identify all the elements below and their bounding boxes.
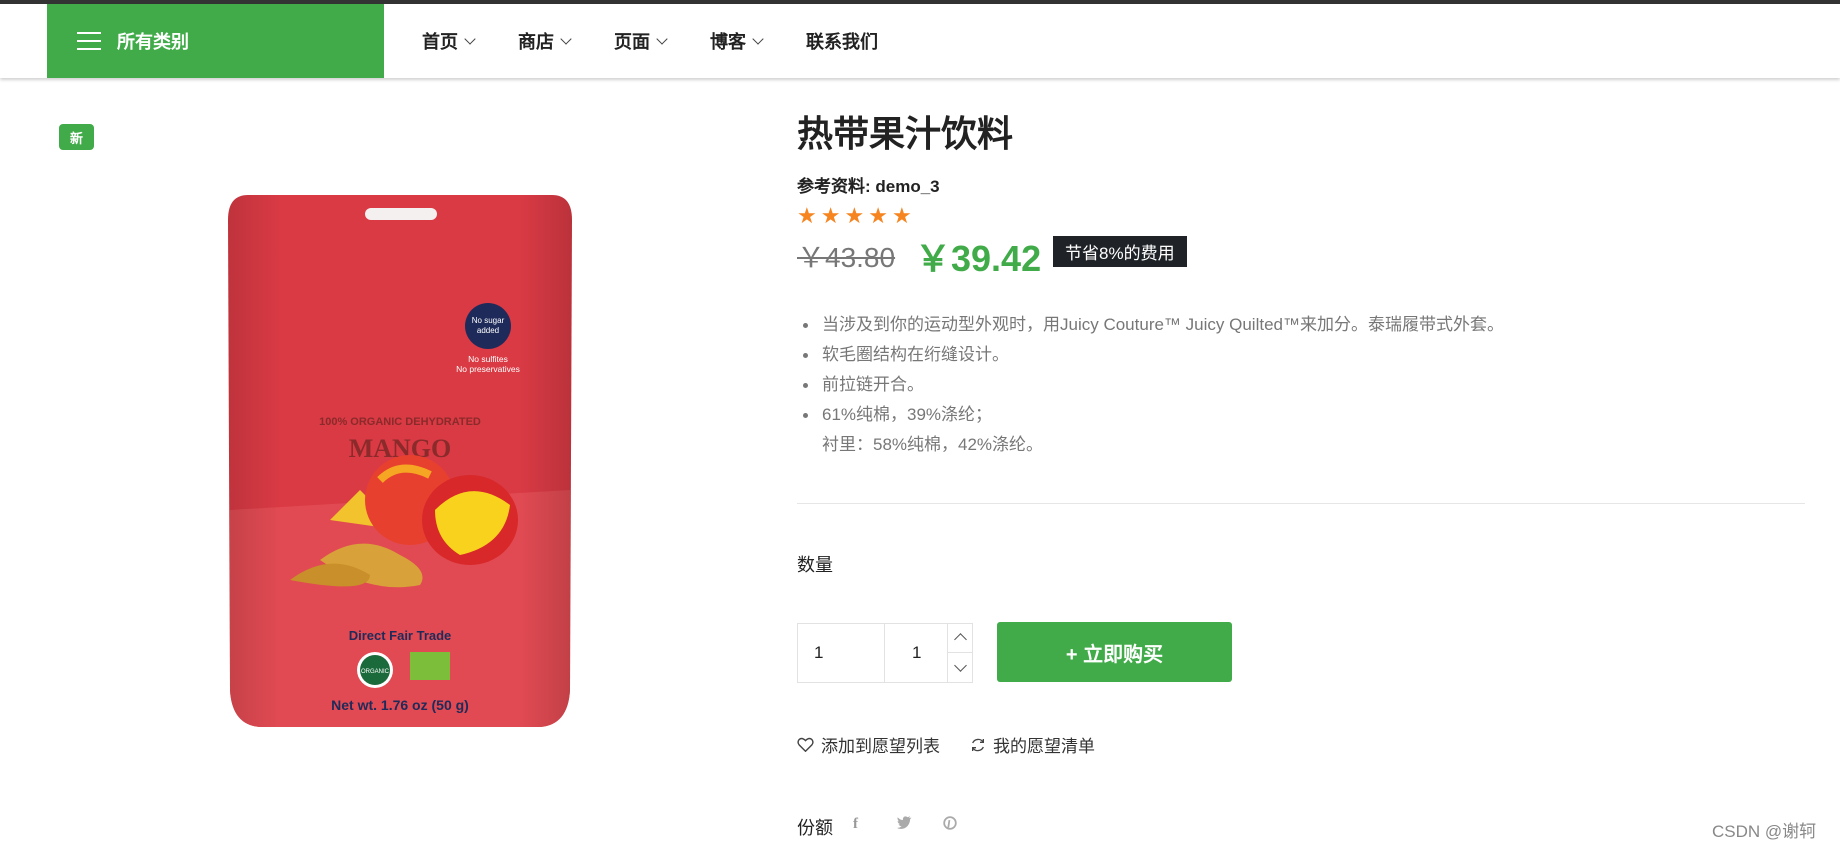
- menu-item-contact[interactable]: 联系我们: [806, 28, 878, 54]
- menu-item-label: 首页: [422, 32, 458, 52]
- feature-list: 当涉及到你的运动型外观时，用Juicy Couture™ Juicy Quilt…: [803, 310, 1504, 460]
- menu-item-label: 博客: [710, 32, 746, 52]
- star-icon: ★: [868, 203, 888, 228]
- trade-text: Direct Fair Trade: [349, 628, 452, 643]
- watermark: CSDN @谢轲: [1712, 822, 1817, 841]
- chevron-down-icon: [464, 33, 476, 45]
- star-icon: ★: [891, 203, 912, 228]
- main-menu: 首页 商店 页面 博客 联系我们: [422, 4, 922, 78]
- feature-item: 当涉及到你的运动型外观时，用Juicy Couture™ Juicy Quilt…: [803, 310, 1504, 340]
- twitter-icon[interactable]: [897, 816, 912, 833]
- feature-text: 当涉及到你的运动型外观时，用Juicy Couture™ Juicy Quilt…: [822, 315, 1504, 334]
- menu-item-label: 商店: [518, 32, 554, 52]
- quantity-label: 数量: [797, 555, 833, 575]
- menu-item-blog[interactable]: 博客: [710, 28, 764, 54]
- weight-text: Net wt. 1.76 oz (50 g): [331, 697, 469, 713]
- chevron-down-icon[interactable]: [948, 654, 972, 683]
- product-image[interactable]: No sugar added No sulfites No preservati…: [220, 190, 580, 740]
- chevron-down-icon: [560, 33, 572, 45]
- sale-price: ￥39.42: [915, 238, 1042, 279]
- discount-badge: 节省8%的费用: [1053, 236, 1187, 267]
- menu-item-label: 联系我们: [806, 32, 878, 52]
- feature-text: 前拉链开合。: [822, 375, 924, 394]
- add-to-wishlist-label: 添加到愿望列表: [821, 737, 940, 756]
- feature-item: 61%纯棉，39%涤纶； 衬里：58%纯棉，42%涤纶。: [803, 400, 1504, 460]
- menu-icon: [77, 32, 101, 50]
- product-reference: 参考资料: demo_3: [797, 177, 940, 196]
- buy-now-button[interactable]: + 立即购买: [997, 622, 1232, 682]
- feature-text: 软毛圈结构在绗缝设计。: [822, 345, 1009, 364]
- add-to-wishlist-link[interactable]: 添加到愿望列表: [797, 732, 940, 757]
- facebook-icon[interactable]: f: [853, 816, 858, 833]
- no-sugar-text: No sugar: [472, 316, 505, 325]
- chevron-down-icon: [752, 33, 764, 45]
- pack-subtitle: 100% ORGANIC DEHYDRATED: [319, 416, 481, 428]
- feature-text: 61%纯棉，39%涤纶；: [822, 405, 993, 424]
- quantity-stepper-input[interactable]: 1: [884, 623, 948, 683]
- menu-item-pages[interactable]: 页面: [614, 28, 668, 54]
- feature-text-line2: 衬里：58%纯棉，42%涤纶。: [822, 435, 1044, 454]
- star-icon: ★: [797, 203, 817, 228]
- no-preservatives-text: No preservatives: [456, 364, 520, 374]
- refresh-icon: [972, 738, 984, 751]
- menu-item-label: 页面: [614, 32, 650, 52]
- star-icon: ★: [844, 203, 865, 228]
- section-divider: [797, 503, 1805, 504]
- feature-item: 前拉链开合。: [803, 370, 1504, 400]
- chevron-down-icon: [656, 33, 668, 45]
- original-price: ￥43.80: [797, 242, 896, 273]
- quantity-input[interactable]: 1: [797, 623, 885, 683]
- share-label: 份额: [797, 818, 833, 838]
- heart-icon: [797, 737, 814, 752]
- pinterest-icon[interactable]: [943, 816, 957, 834]
- no-sulfites-text: No sulfites: [468, 354, 508, 364]
- all-categories-button[interactable]: 所有类别: [47, 4, 384, 78]
- menu-item-home[interactable]: 首页: [422, 28, 476, 54]
- eu-organic-logo: [410, 652, 450, 680]
- new-badge: 新: [59, 124, 94, 150]
- all-categories-label: 所有类别: [117, 32, 189, 52]
- my-wishlist-link[interactable]: 我的愿望清单: [970, 732, 1095, 757]
- added-text: added: [477, 326, 499, 335]
- hang-hole: [365, 208, 437, 220]
- menu-item-shop[interactable]: 商店: [518, 28, 572, 54]
- product-title: 热带果汁饮料: [797, 113, 1014, 154]
- feature-item: 软毛圈结构在绗缝设计。: [803, 340, 1504, 370]
- main-navbar: 所有类别 首页 商店 页面 博客 联系我们: [0, 4, 1840, 78]
- my-wishlist-label: 我的愿望清单: [993, 737, 1095, 756]
- rating-stars: ★ ★ ★ ★ ★: [797, 204, 916, 228]
- star-icon: ★: [820, 203, 841, 228]
- organic-text: ORGANIC: [361, 669, 390, 675]
- quantity-stepper: [947, 623, 973, 683]
- chevron-up-icon[interactable]: [948, 624, 972, 653]
